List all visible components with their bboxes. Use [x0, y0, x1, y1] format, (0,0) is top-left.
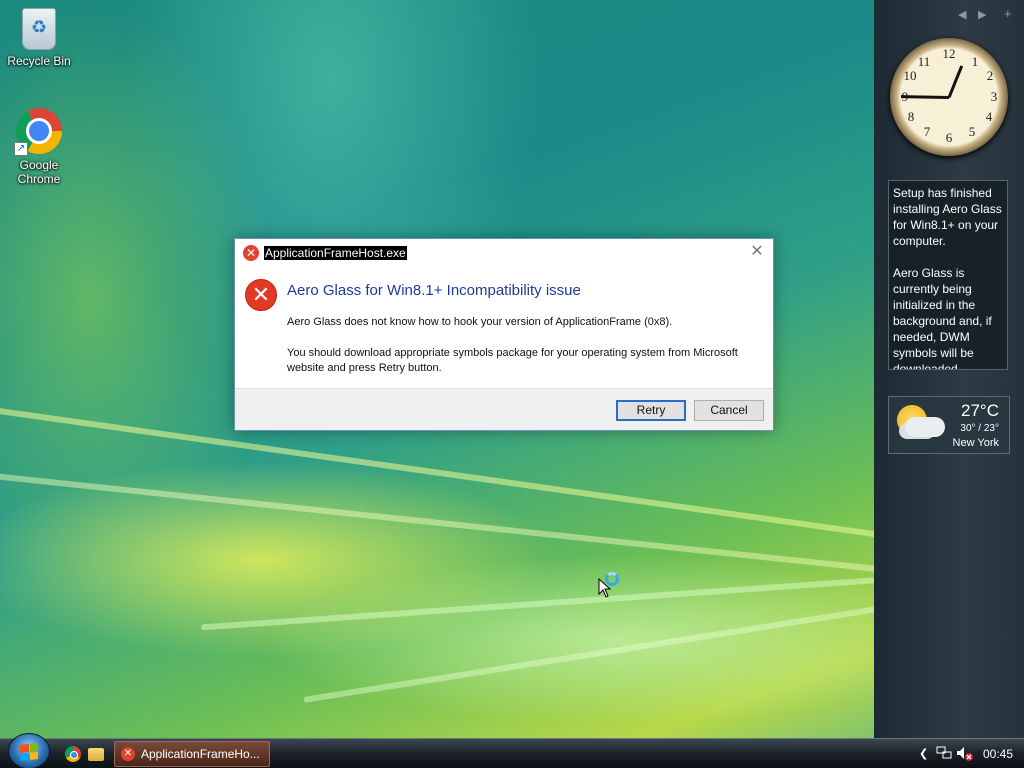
desktop-icon-label: Recycle Bin — [7, 54, 71, 68]
clock-number: 8 — [907, 109, 915, 124]
dialog-title: ApplicationFrameHost.exe — [264, 246, 407, 260]
clock-number: 12 — [942, 46, 956, 61]
notes-paragraph: Setup has finished installing Aero Glass… — [893, 186, 1002, 248]
sidebar-next-button[interactable]: ▶ — [978, 8, 986, 21]
windows-logo-icon — [20, 743, 38, 761]
chrome-icon: ↗ — [14, 108, 62, 156]
clock-number: 10 — [903, 68, 917, 83]
weather-city: New York — [952, 437, 999, 449]
desktop-icon-label: Google Chrome — [17, 158, 61, 186]
show-hidden-icons-chevron-icon[interactable]: ❮ — [919, 747, 928, 760]
clock-number: 7 — [923, 124, 931, 139]
shortcut-arrow-icon: ↗ — [14, 142, 28, 156]
wallpaper-streak — [303, 603, 897, 703]
error-icon: ✕ — [245, 279, 277, 311]
taskbar-clock[interactable]: 00:45 — [983, 747, 1013, 761]
dialog-titlebar[interactable]: ✕ ApplicationFrameHost.exe ✕ — [235, 239, 773, 267]
desktop-icon-recycle-bin[interactable]: Recycle Bin — [1, 8, 77, 68]
weather-range: 30° / 23° — [960, 423, 999, 434]
clock-gadget[interactable]: 12 1 2 3 4 5 6 7 8 9 10 11 — [890, 38, 1008, 156]
dialog-heading: Aero Glass for Win8.1+ Incompatibility i… — [287, 282, 581, 299]
dialog-message: You should download appropriate symbols … — [287, 347, 738, 374]
desktop-icon-google-chrome[interactable]: ↗ Google Chrome — [1, 108, 77, 186]
weather-temperature: 27°C — [961, 401, 999, 420]
clock-number: 6 — [945, 130, 953, 145]
dialog-message: Aero Glass does not know how to hook you… — [287, 316, 673, 328]
retry-button[interactable]: Retry — [616, 400, 686, 421]
taskbar-item-label: ApplicationFrameHo... — [141, 747, 260, 761]
dialog-footer: Retry Cancel — [235, 388, 773, 430]
clock-number: 3 — [990, 89, 998, 104]
error-icon: ✕ — [121, 747, 135, 761]
close-icon[interactable]: ✕ — [749, 243, 765, 261]
cloud-icon — [905, 417, 945, 437]
clock-number: 4 — [985, 109, 993, 124]
error-icon: ✕ — [243, 245, 259, 261]
network-icon[interactable] — [936, 746, 952, 760]
weather-gadget[interactable]: 27°C 30° / 23° New York — [888, 396, 1010, 454]
busy-spinner-icon — [605, 572, 619, 586]
sidebar-prev-button[interactable]: ◀ — [958, 8, 966, 21]
cancel-button[interactable]: Cancel — [694, 400, 764, 421]
clock-number: 1 — [971, 54, 979, 69]
recycle-bin-icon — [22, 8, 56, 50]
notes-paragraph: Aero Glass is currently being initialize… — [893, 266, 992, 370]
taskbar-item-applicationframehost[interactable]: ✕ ApplicationFrameHo... — [114, 741, 270, 767]
clock-number: 2 — [986, 68, 994, 83]
chrome-icon[interactable] — [65, 746, 81, 762]
sidebar-add-gadget-button[interactable]: + — [1004, 6, 1012, 21]
start-button[interactable] — [8, 733, 50, 768]
volume-muted-icon[interactable] — [956, 746, 974, 762]
taskbar: ✕ ApplicationFrameHo... ❮ 00:45 — [0, 733, 1024, 768]
clock-hour-hand — [947, 65, 964, 99]
error-dialog: ✕ ApplicationFrameHost.exe ✕ ✕ Aero Glas… — [234, 238, 774, 431]
folder-icon[interactable] — [88, 748, 104, 761]
notes-gadget: Setup has finished installing Aero Glass… — [888, 180, 1008, 370]
windows-sidebar: ◀ ▶ + 12 1 2 3 4 5 6 7 8 9 10 11 Setup h… — [874, 0, 1024, 738]
clock-number: 11 — [917, 54, 931, 69]
clock-number: 5 — [968, 124, 976, 139]
